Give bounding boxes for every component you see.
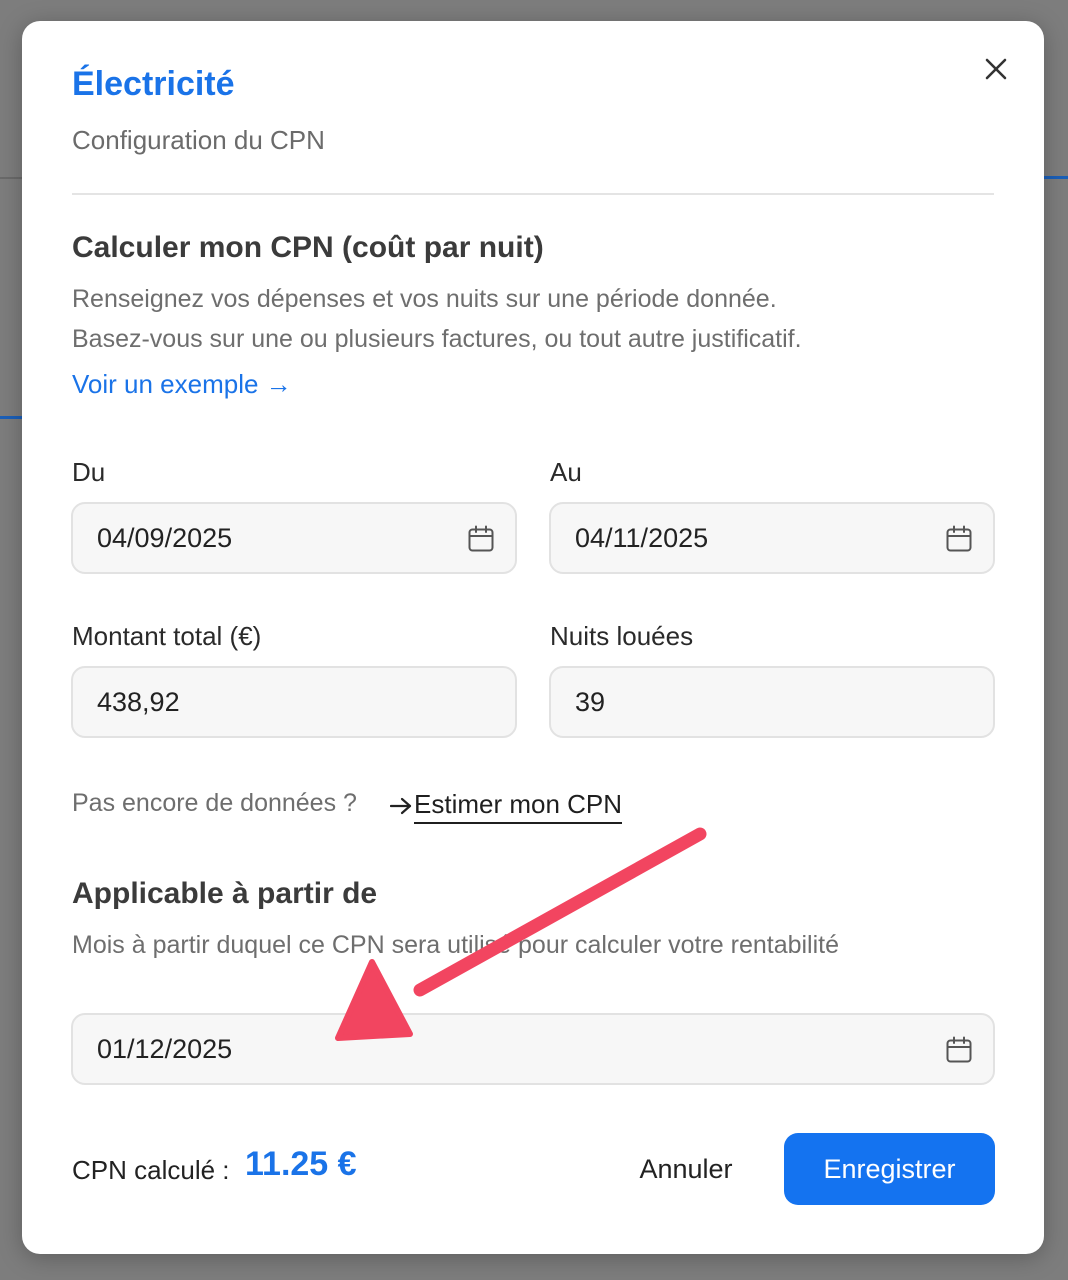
arrow-right-icon xyxy=(390,797,412,815)
applicable-date-value: 01/12/2025 xyxy=(97,1033,233,1064)
cpn-result-label: CPN calculé : xyxy=(72,1155,230,1185)
amount-value: 438,92 xyxy=(97,686,180,717)
header-divider xyxy=(72,193,994,195)
from-date-label: Du xyxy=(72,457,106,487)
background-accent-line xyxy=(0,416,22,419)
dialog-title: Électricité xyxy=(72,65,235,103)
applicable-section-title: Applicable à partir de xyxy=(72,877,378,910)
background-accent-line xyxy=(1044,176,1068,179)
amount-label: Montant total (€) xyxy=(72,621,262,651)
example-link[interactable]: Voir un exemple → xyxy=(72,369,292,400)
save-button[interactable]: Enregistrer xyxy=(784,1133,995,1205)
no-data-hint: Pas encore de données ? xyxy=(72,789,357,817)
calc-section-desc-2: Basez-vous sur une ou plusieurs factures… xyxy=(72,325,802,353)
close-icon xyxy=(985,58,1007,80)
cpn-config-dialog: Électricité Configuration du CPN Calcule… xyxy=(22,21,1044,1254)
from-date-input[interactable]: 04/09/2025 xyxy=(71,502,517,574)
dialog-subtitle: Configuration du CPN xyxy=(72,125,325,155)
calendar-icon[interactable] xyxy=(945,1036,973,1064)
nights-value: 39 xyxy=(575,686,606,717)
to-date-input[interactable]: 04/11/2025 xyxy=(549,502,995,574)
calc-section-title: Calculer mon CPN (coût par nuit) xyxy=(72,231,544,264)
nights-input[interactable]: 39 xyxy=(549,666,995,738)
calendar-icon[interactable] xyxy=(945,525,973,553)
from-date-value: 04/09/2025 xyxy=(97,522,233,553)
close-button[interactable] xyxy=(980,53,1012,85)
background-divider xyxy=(0,177,22,179)
calendar-icon[interactable] xyxy=(467,525,495,553)
to-date-label: Au xyxy=(550,457,582,487)
estimate-cpn-link[interactable]: Estimer mon CPN xyxy=(414,789,623,824)
applicable-date-input[interactable]: 01/12/2025 xyxy=(71,1013,995,1085)
cpn-result-value: 11.25 € xyxy=(245,1145,357,1183)
nights-label: Nuits louées xyxy=(550,621,694,651)
cancel-button[interactable]: Annuler xyxy=(618,1134,754,1204)
amount-input[interactable]: 438,92 xyxy=(71,666,517,738)
to-date-value: 04/11/2025 xyxy=(575,522,709,553)
applicable-section-desc: Mois à partir duquel ce CPN sera utilisé… xyxy=(72,931,840,959)
calc-section-desc-1: Renseignez vos dépenses et vos nuits sur… xyxy=(72,285,777,313)
